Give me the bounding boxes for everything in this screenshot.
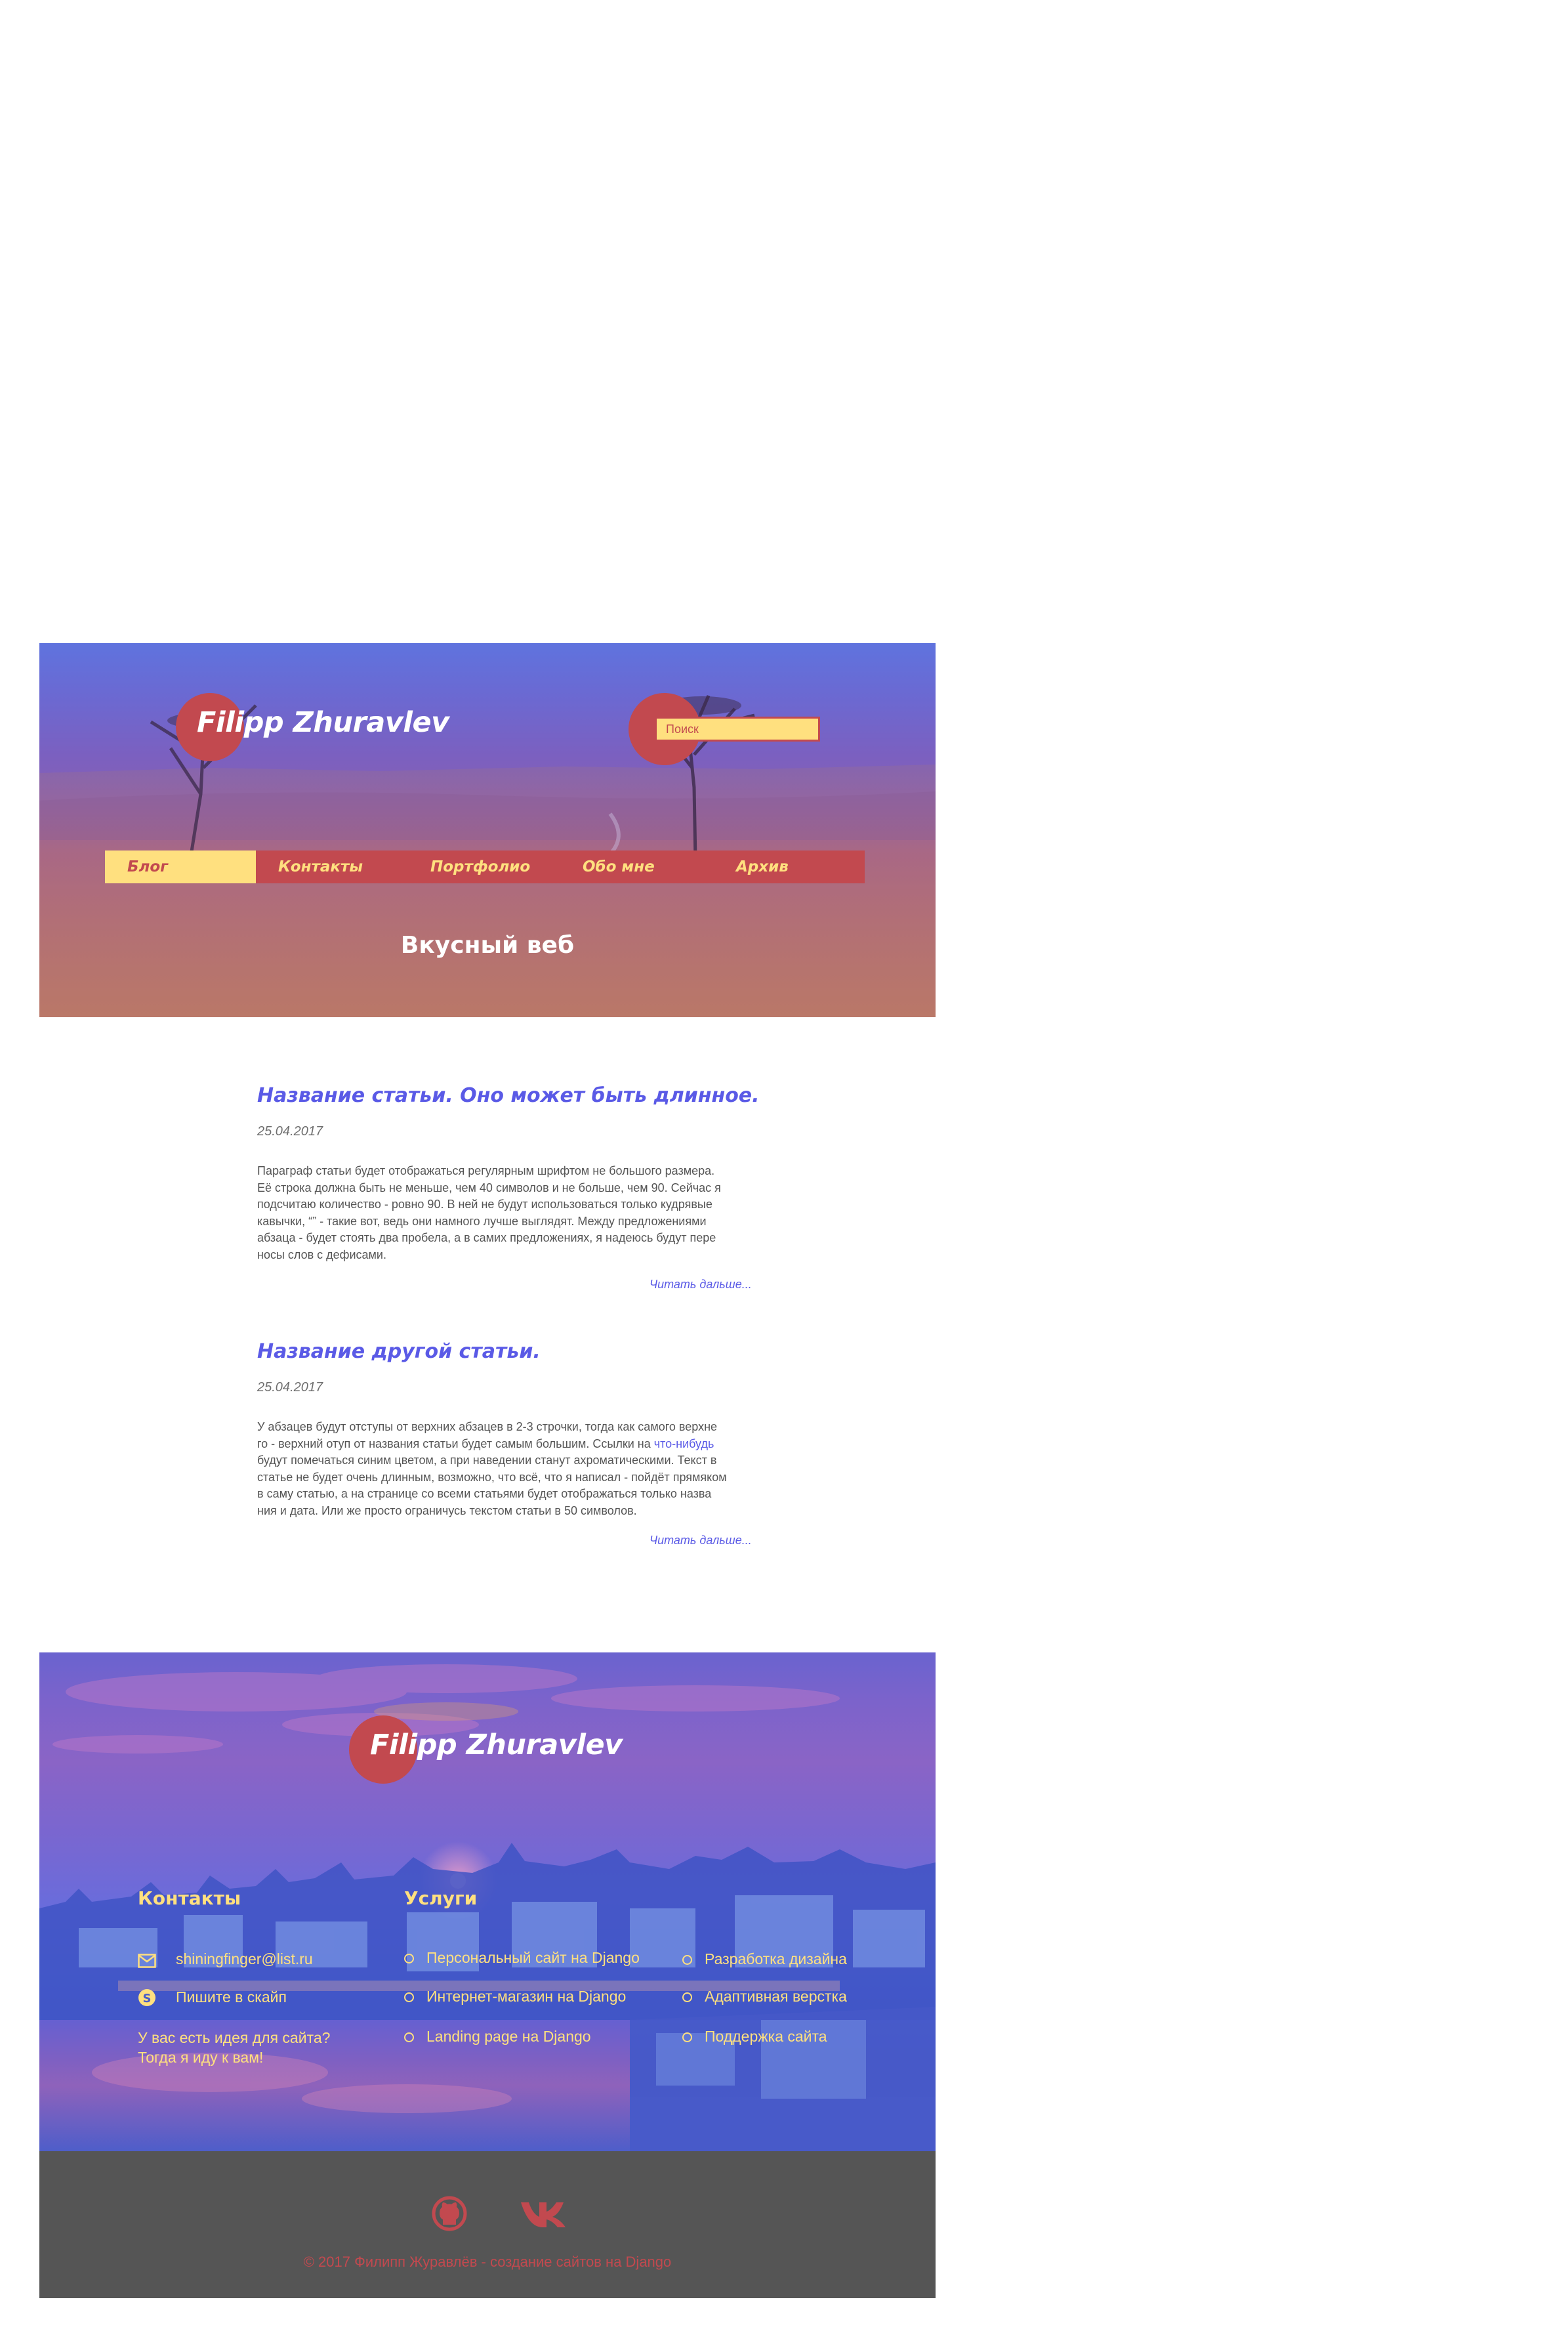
article-text-line: статье не будет очень длинным, возможно,… [257,1470,727,1484]
article-text-line: подсчитаю количество - ровно 90. В ней н… [257,1198,712,1211]
article-text-line: го - верхний отуп от названия статьи буд… [257,1436,756,1453]
service-item[interactable]: Landing page на Django [426,2028,591,2046]
bullet-icon [682,2032,692,2042]
bullet-icon [682,1992,692,2002]
bullet-icon [682,1955,692,1965]
contact-email-link[interactable]: shiningfinger@list.ru [176,1950,313,1968]
article-title[interactable]: Название статьи. Оно может быть длинное. [257,1084,760,1107]
site-tagline: Вкусный веб [400,932,575,959]
article-text-fragment: го - верхний отуп от названия статьи буд… [257,1437,654,1450]
read-more-link[interactable]: Читать дальше... [650,1278,752,1292]
article-title[interactable]: Название другой статьи. [257,1340,749,1363]
bullet-icon [404,2032,414,2042]
search-input[interactable] [655,717,820,742]
article-date: 25.04.2017 [257,1124,323,1139]
service-item[interactable]: Персональный сайт на Django [426,1949,640,1967]
service-item[interactable]: Разработка дизайна [705,1950,847,1968]
inline-article-link[interactable]: что-нибудь [654,1437,714,1450]
services-heading: Услуги [404,1887,478,1909]
footer-logo[interactable]: Filipp Zhuravlev [370,1729,623,1761]
nav-item-archive[interactable]: Архив [736,850,789,883]
envelope-icon [138,1954,156,1968]
contact-idea-text: Тогда я иду к вам! [138,2049,264,2066]
nav-item-contacts[interactable]: Контакты [278,850,363,883]
contact-skype-link[interactable]: Пишите в скайп [176,1988,287,2006]
header-logo[interactable]: Filipp Zhuravlev [197,706,449,739]
svg-text:S: S [143,1992,152,2006]
article-text-line: будут помечаться синим цветом, а при нав… [257,1454,717,1467]
service-item[interactable]: Адаптивная верстка [705,1988,847,2006]
bullet-icon [404,1954,414,1964]
article-text-line: кавычки, “” - такие вот, ведь они намног… [257,1214,707,1228]
copyright-text: © 2017 Филипп Журавлёв - создание сайтов… [303,2254,672,2270]
contacts-heading: Контакты [138,1887,241,1909]
main-nav: Блог Контакты Портфолио Обо мне Архив [105,850,865,883]
article-post: Название статьи. Оно может быть длинное.… [257,1084,760,1263]
article-text-line: Её строка должна быть не меньше, чем 40 … [257,1181,721,1194]
article-body: У абзацев будут отступы от верхних абзац… [257,1419,756,1519]
article-text-line: У абзацев будут отступы от верхних абзац… [257,1420,718,1433]
article-post: Название другой статьи. 25.04.2017 У абз… [257,1340,749,1519]
skype-icon: S [138,1989,155,2006]
article-text-line: ния и дата. Или же просто ограничусь тек… [257,1503,637,1517]
bullet-icon [404,1992,414,2002]
read-more-link[interactable]: Читать дальше... [650,1534,752,1547]
site-header: Filipp Zhuravlev Блог Контакты Портфолио… [39,643,936,1017]
nav-item-about[interactable]: Обо мне [583,850,655,883]
service-item[interactable]: Поддержка сайта [705,2028,827,2046]
github-icon[interactable] [430,2194,468,2233]
site-footer: Filipp Zhuravlev Контакты shiningfinger@… [39,1652,936,2151]
article-text-line: в саму статью, а на странице со всеми ст… [257,1487,712,1500]
header-landscape-image [39,695,936,1017]
article-text-line: абзаца - будет стоять два пробела, а в с… [257,1231,716,1244]
contact-idea-text: У вас есть идея для сайта? [138,2029,331,2046]
nav-item-blog[interactable]: Блог [105,850,256,883]
service-item[interactable]: Интернет-магазин на Django [426,1988,626,2006]
article-body: Параграф статьи будет отображаться регул… [257,1163,756,1263]
article-text-line: носы слов с дефисами. [257,1248,386,1261]
article-text-line: Параграф статьи будет отображаться регул… [257,1164,715,1177]
nav-item-portfolio[interactable]: Портфолио [430,850,530,883]
page-canvas: Filipp Zhuravlev Блог Контакты Портфолио… [0,0,1568,2352]
article-date: 25.04.2017 [257,1380,323,1395]
vk-icon[interactable] [520,2200,575,2229]
footer-bottom-bar: © 2017 Филипп Журавлёв - создание сайтов… [39,2151,936,2298]
